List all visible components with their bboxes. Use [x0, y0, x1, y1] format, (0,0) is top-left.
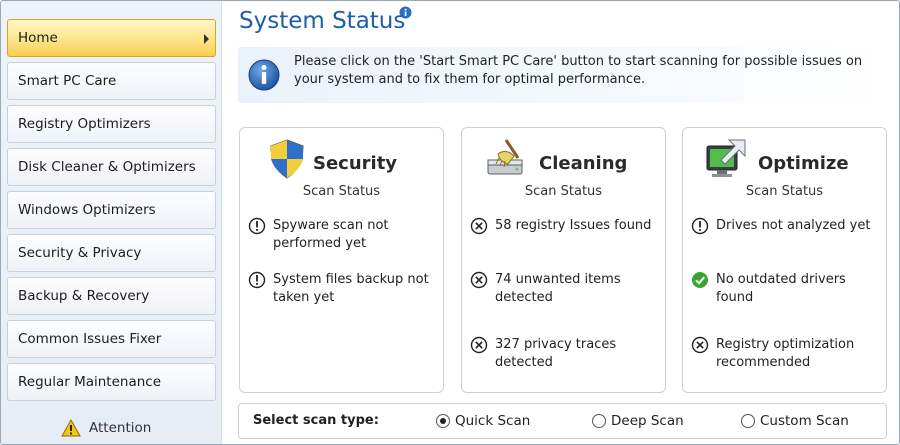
sidebar-item-label: Windows Optimizers — [18, 202, 156, 218]
page-title: System Status — [239, 8, 406, 34]
status-text: 74 unwanted items detected — [495, 272, 621, 305]
app-window: Home Smart PC Care Registry Optimizers D… — [0, 0, 900, 445]
status-item: 327 privacy traces detected — [470, 336, 660, 372]
sidebar-item-smart-pc-care[interactable]: Smart PC Care — [7, 62, 216, 100]
status-text: Drives not analyzed yet — [716, 218, 871, 233]
info-banner: Please click on the 'Start Smart PC Care… — [238, 47, 888, 103]
exclamation-circle-icon — [691, 217, 709, 235]
deep-scan-radio[interactable]: Deep Scan — [592, 413, 684, 429]
sidebar-item-windows-optimizers[interactable]: Windows Optimizers — [7, 191, 216, 229]
shield-icon — [270, 139, 304, 179]
status-item: 74 unwanted items detected — [470, 271, 660, 307]
optimize-card: Optimize Scan Status Drives not analyzed… — [682, 127, 887, 393]
sidebar-item-label: Smart PC Care — [18, 73, 117, 89]
status-item: Spyware scan not performed yet — [248, 217, 438, 253]
card-header: Security — [240, 136, 443, 180]
scan-status-label: Scan Status — [302, 184, 381, 199]
disk-cleaning-icon — [487, 139, 523, 175]
monitor-optimize-icon — [706, 139, 746, 177]
status-item: No outdated drivers found — [691, 271, 881, 307]
x-circle-icon — [470, 271, 488, 289]
info-icon — [248, 59, 280, 91]
sidebar-item-label: Disk Cleaner & Optimizers — [18, 159, 196, 175]
custom-scan-radio[interactable]: Custom Scan — [741, 413, 849, 429]
sidebar-item-label: Home — [18, 30, 58, 46]
status-text: Spyware scan not performed yet — [273, 218, 389, 251]
sidebar: Home Smart PC Care Registry Optimizers D… — [1, 1, 222, 444]
main-panel: System Status Please click on the 'Start… — [223, 1, 899, 444]
status-item: Registry optimization recommended — [691, 336, 881, 372]
scan-type-label: Select scan type: — [253, 413, 379, 428]
info-icon[interactable] — [399, 6, 412, 19]
warning-triangle-icon — [61, 419, 81, 437]
sidebar-item-label: Registry Optimizers — [18, 116, 151, 132]
exclamation-circle-icon — [248, 271, 266, 289]
sidebar-item-label: Backup & Recovery — [18, 288, 150, 304]
sidebar-item-label: Common Issues Fixer — [18, 331, 162, 347]
exclamation-circle-icon — [248, 217, 266, 235]
sidebar-item-security-privacy[interactable]: Security & Privacy — [7, 234, 216, 272]
status-item: System files backup not taken yet — [248, 271, 438, 307]
status-text: No outdated drivers found — [716, 272, 846, 305]
radio-empty-icon — [741, 414, 755, 428]
status-text: 58 registry Issues found — [495, 218, 652, 233]
status-text: Registry optimization recommended — [716, 337, 855, 370]
radio-label: Custom Scan — [760, 413, 849, 429]
x-circle-icon — [470, 336, 488, 354]
status-text: 327 privacy traces detected — [495, 337, 617, 370]
scan-status-label: Scan Status — [524, 184, 603, 199]
card-header: Optimize — [683, 136, 886, 180]
check-circle-icon — [692, 272, 708, 288]
x-circle-icon — [470, 217, 488, 235]
chevron-right-icon — [204, 34, 209, 44]
sidebar-item-common-issues-fixer[interactable]: Common Issues Fixer — [7, 320, 216, 358]
radio-label: Deep Scan — [611, 413, 684, 429]
radio-selected-icon — [436, 414, 450, 428]
cleaning-card: Cleaning Scan Status 58 registry Issues … — [461, 127, 666, 393]
status-item: Drives not analyzed yet — [691, 217, 881, 235]
sidebar-item-registry-optimizers[interactable]: Registry Optimizers — [7, 105, 216, 143]
sidebar-item-home[interactable]: Home — [7, 19, 216, 57]
security-card: Security Scan Status Spyware scan not pe… — [239, 127, 444, 393]
sidebar-item-regular-maintenance[interactable]: Regular Maintenance — [7, 363, 216, 401]
sidebar-item-disk-cleaner[interactable]: Disk Cleaner & Optimizers — [7, 148, 216, 186]
card-title: Security — [313, 153, 398, 174]
scan-type-bar: Select scan type: Quick Scan Deep Scan C… — [238, 403, 887, 439]
card-title: Optimize — [758, 153, 849, 174]
status-text: System files backup not taken yet — [273, 272, 429, 305]
quick-scan-radio[interactable]: Quick Scan — [436, 413, 530, 429]
card-title: Cleaning — [539, 153, 628, 174]
x-circle-icon — [691, 336, 709, 354]
scan-status-label: Scan Status — [745, 184, 824, 199]
radio-label: Quick Scan — [455, 413, 531, 429]
info-message: Please click on the 'Start Smart PC Care… — [294, 54, 863, 87]
sidebar-item-label: Security & Privacy — [18, 245, 142, 261]
attention-link[interactable]: Attention — [61, 419, 151, 437]
sidebar-item-backup-recovery[interactable]: Backup & Recovery — [7, 277, 216, 315]
card-header: Cleaning — [462, 136, 665, 180]
radio-empty-icon — [592, 414, 606, 428]
status-item: 58 registry Issues found — [470, 217, 660, 235]
attention-label: Attention — [89, 420, 152, 436]
sidebar-item-label: Regular Maintenance — [18, 374, 162, 390]
